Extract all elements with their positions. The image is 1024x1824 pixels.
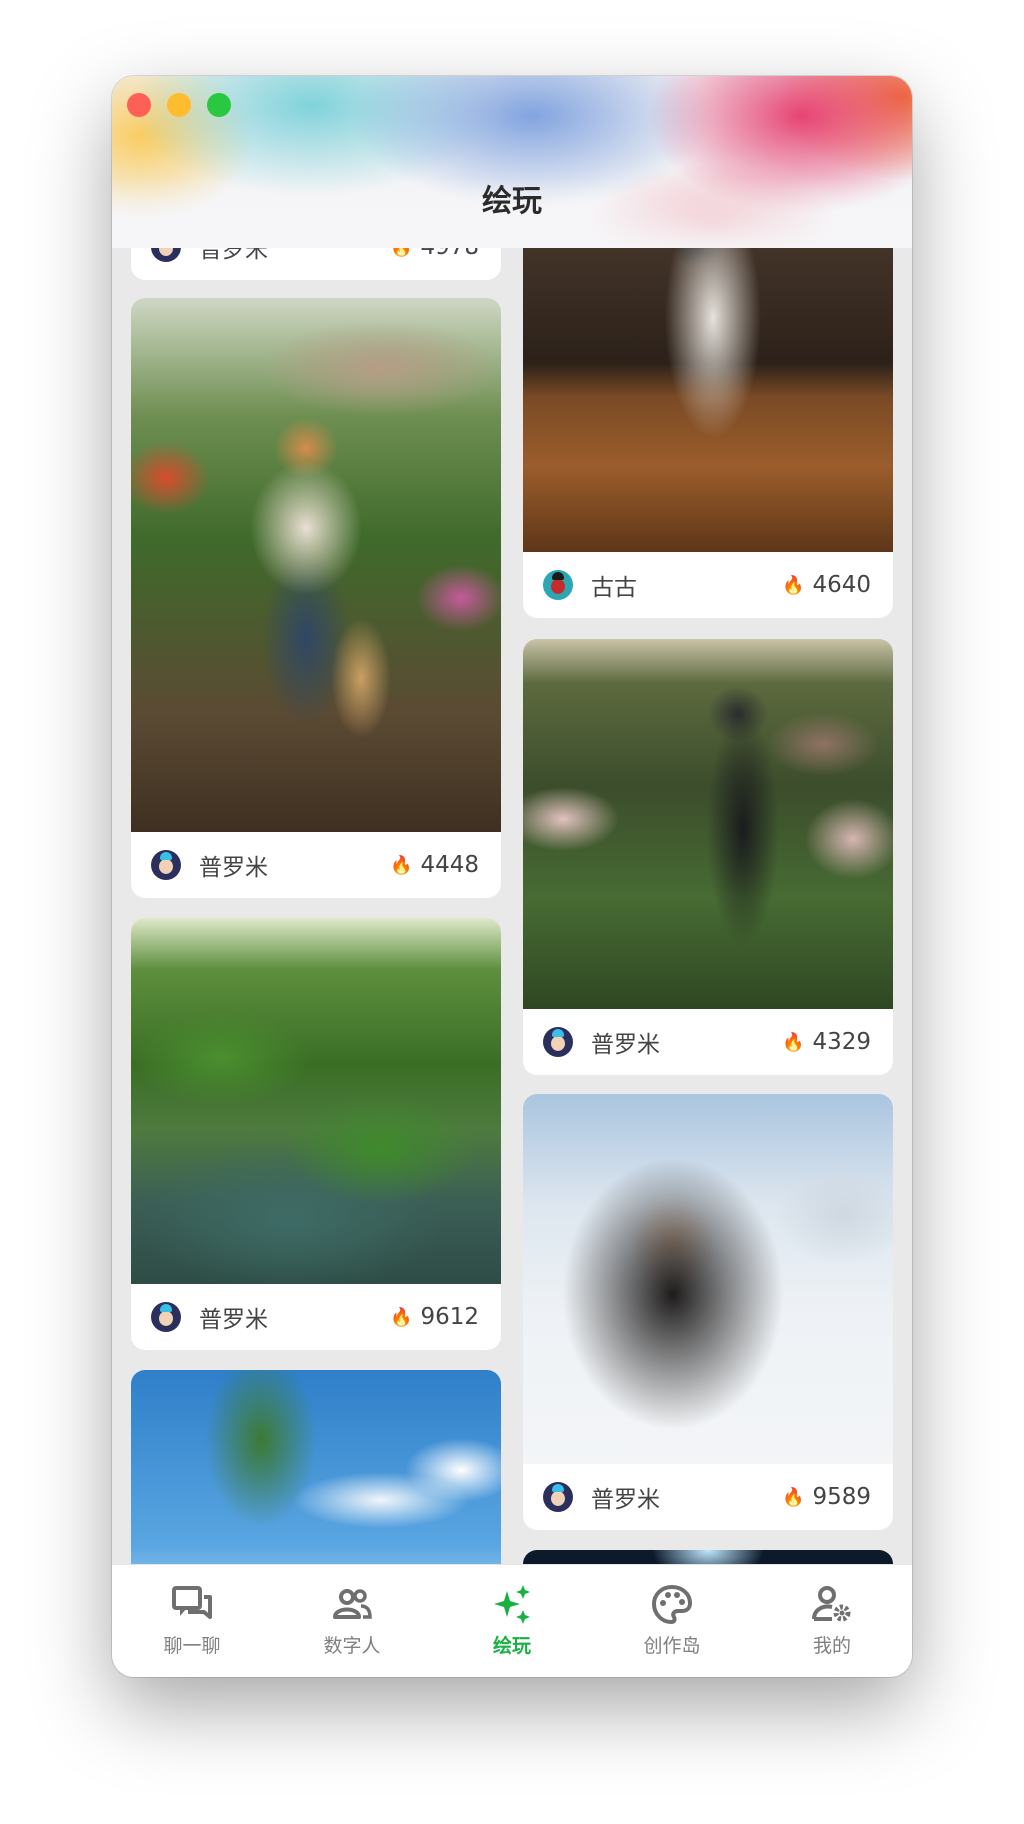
header-banner: 绘玩	[112, 76, 912, 248]
card-meta: 普罗米 🔥 4448	[131, 832, 501, 898]
people-icon	[333, 1589, 372, 1619]
artwork-card[interactable]: 普罗米 🔥 9589	[523, 1094, 893, 1530]
avatar	[151, 850, 181, 880]
avatar	[543, 1482, 573, 1512]
tab-label: 创作岛	[643, 1635, 701, 1657]
page-title: 绘玩	[482, 184, 542, 219]
artwork-card[interactable]: 普罗米 🔥 4978	[131, 248, 501, 280]
chat-icon	[172, 1586, 212, 1619]
card-meta: 普罗米 🔥 9612	[131, 1284, 501, 1350]
flame-icon: 🔥	[782, 1031, 805, 1053]
author-name: 普罗米	[199, 248, 268, 263]
popularity-count: 4978	[420, 248, 479, 260]
alien-in-garden-image[interactable]	[523, 639, 893, 1009]
popularity-count: 4329	[812, 1029, 871, 1055]
popularity-count: 9612	[420, 1304, 479, 1330]
artwork-feed[interactable]: 普罗米 🔥 4978 普罗米 🔥 4448 普罗米 🔥 9612	[112, 248, 912, 1639]
tab-label: 聊一聊	[163, 1635, 221, 1657]
cat-in-overalls-garden-image[interactable]	[131, 298, 501, 832]
author-name: 普罗米	[199, 855, 268, 881]
sparkles-icon	[494, 1585, 530, 1624]
palette-icon	[651, 1584, 693, 1625]
anime-hooded-girl-snow-image[interactable]	[523, 1094, 893, 1464]
popularity-count: 9589	[812, 1484, 871, 1510]
artwork-card[interactable]: 普罗米 🔥 4448	[131, 298, 501, 898]
artwork-card[interactable]: 古古 🔥 4640	[523, 248, 893, 618]
author-name: 古古	[591, 575, 637, 601]
pond-with-lily-pads-image[interactable]	[131, 918, 501, 1284]
flame-icon: 🔥	[390, 1306, 413, 1328]
close-window-button[interactable]	[127, 93, 151, 117]
minimize-window-button[interactable]	[167, 93, 191, 117]
tab-label: 我的	[812, 1635, 851, 1657]
card-meta: 普罗米 🔥 4329	[523, 1009, 893, 1075]
author-name: 普罗米	[591, 1487, 660, 1513]
bottom-tab-bar: 聊一聊 数字人 绘玩 创作岛 我的	[112, 1564, 912, 1677]
tab-draw-play[interactable]: 绘玩	[432, 1565, 592, 1677]
tab-chat[interactable]: 聊一聊	[112, 1565, 272, 1677]
flame-icon: 🔥	[782, 1486, 805, 1508]
tab-label: 数字人	[323, 1635, 381, 1657]
artwork-card[interactable]: 普罗米 🔥 4329	[523, 639, 893, 1075]
card-meta: 古古 🔥 4640	[523, 552, 893, 618]
user-gear-icon	[812, 1586, 851, 1622]
tab-digital-human[interactable]: 数字人	[272, 1565, 432, 1677]
flame-icon: 🔥	[390, 854, 413, 876]
author-name: 普罗米	[591, 1032, 660, 1058]
card-meta: 普罗米 🔥 9589	[523, 1464, 893, 1530]
tab-creation-island[interactable]: 创作岛	[592, 1565, 752, 1677]
tab-mine[interactable]: 我的	[752, 1565, 912, 1677]
avatar	[151, 248, 181, 262]
card-meta: 普罗米 🔥 4978	[131, 248, 501, 280]
popularity-count: 4640	[812, 572, 871, 598]
flame-icon: 🔥	[782, 574, 805, 596]
popularity-count: 4448	[420, 852, 479, 878]
app-window: 绘玩 普罗米 🔥 4978 普罗米 🔥 4448 普	[112, 76, 912, 1677]
avatar	[151, 1302, 181, 1332]
maximize-window-button[interactable]	[207, 93, 231, 117]
tab-label: 绘玩	[492, 1635, 531, 1657]
avatar	[543, 1027, 573, 1057]
flame-icon: 🔥	[390, 248, 412, 258]
tabby-cat-on-wood-floor-image[interactable]	[523, 248, 893, 552]
avatar	[543, 570, 573, 600]
author-name: 普罗米	[199, 1307, 268, 1333]
artwork-card[interactable]: 普罗米 🔥 9612	[131, 918, 501, 1350]
